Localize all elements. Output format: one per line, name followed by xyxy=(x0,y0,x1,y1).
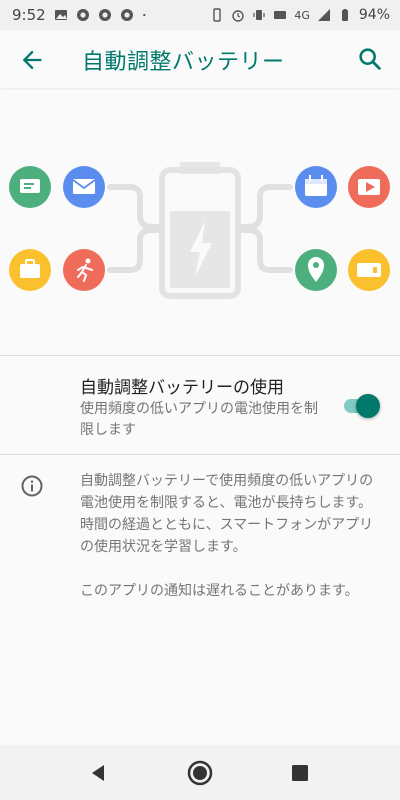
signal-icon xyxy=(317,9,330,21)
chrome-notification-icon xyxy=(98,9,111,21)
rotate-icon xyxy=(213,8,222,22)
nav-recents-icon[interactable] xyxy=(291,764,309,782)
adaptive-battery-illustration xyxy=(9,162,390,299)
info-paragraph: 自動調整バッテリーで使用頻度の低いアプリの電池使用を制限すると、電池が長持ちしま… xyxy=(80,473,374,555)
running-icon xyxy=(63,249,105,291)
setting-title: 自動調整バッテリーの使用 xyxy=(80,378,284,398)
battery-percent: 94% xyxy=(358,7,390,23)
nav-home-icon[interactable] xyxy=(187,760,213,786)
navigation-bar xyxy=(0,745,400,800)
chrome-notification-icon xyxy=(120,9,133,21)
video-icon xyxy=(348,166,390,208)
mail-icon xyxy=(63,166,105,208)
arrow-back-icon[interactable] xyxy=(18,46,46,74)
adaptive-battery-setting-row[interactable]: 自動調整バッテリーの使用 使用頻度の低いアプリの電池使用を制限します xyxy=(0,357,400,453)
info-text: 自動調整バッテリーで使用頻度の低いアプリの電池使用を制限すると、電池が長持ちしま… xyxy=(80,470,380,602)
battery-icon xyxy=(341,9,348,21)
vibrate-icon xyxy=(253,10,265,20)
briefcase-icon xyxy=(9,249,51,291)
search-icon[interactable] xyxy=(356,45,384,73)
page-title: 自動調整バッテリー xyxy=(82,50,285,75)
battery-bolt-icon xyxy=(159,162,241,299)
status-bar: 9:52 4G 94% xyxy=(0,0,400,30)
ticket-icon xyxy=(348,249,390,291)
info-icon xyxy=(21,475,43,497)
location-icon xyxy=(295,249,337,291)
divider xyxy=(0,454,400,455)
message-icon xyxy=(9,166,51,208)
alarm-icon xyxy=(232,10,245,22)
chrome-notification-icon xyxy=(76,9,89,21)
app-bar: 自動調整バッテリー xyxy=(0,30,400,88)
network-type: 4G xyxy=(294,8,310,22)
nav-back-icon[interactable] xyxy=(88,763,108,783)
calendar-icon xyxy=(295,166,337,208)
more-notifications-dot-icon xyxy=(142,13,146,17)
image-notification-icon xyxy=(54,10,67,20)
divider xyxy=(0,355,400,356)
setting-summary: 使用頻度の低いアプリの電池使用を制限します xyxy=(80,401,318,438)
adaptive-battery-toggle[interactable] xyxy=(340,393,380,419)
data-saver-icon xyxy=(274,11,287,19)
switch-thumb xyxy=(356,394,380,418)
status-time: 9:52 xyxy=(12,6,46,24)
info-paragraph: このアプリの通知は遅れることがあります。 xyxy=(80,583,359,599)
